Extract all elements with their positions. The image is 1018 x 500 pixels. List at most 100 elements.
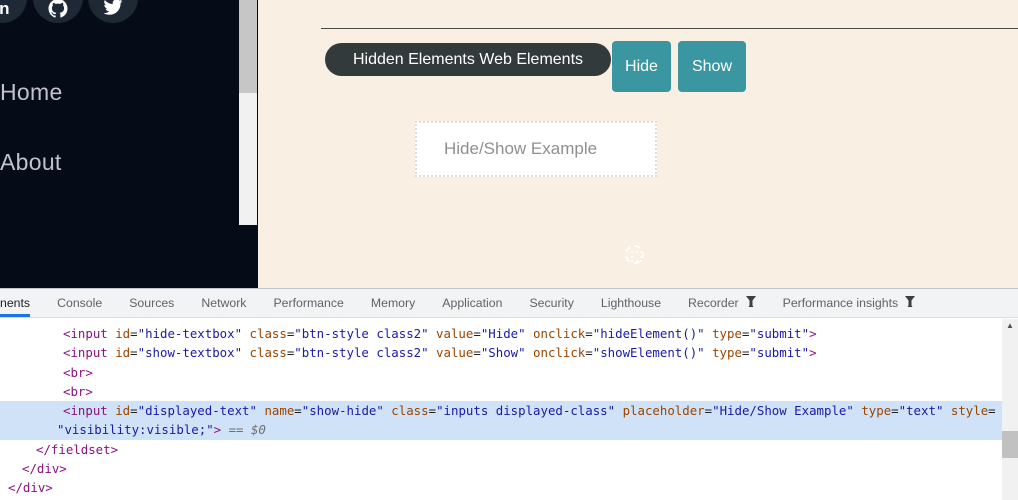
code-token-val: "submit" [749,326,810,341]
devtools-scrollbar-track[interactable]: ▲ [1002,319,1018,500]
code-token-tag: </div> [8,480,53,496]
code-token-tag: <input [63,326,108,341]
code-token-val: "hide-textbox" [137,326,243,341]
tab-label: nents [0,296,31,310]
code-line[interactable]: <input id="show-textbox" class="btn-styl… [0,343,1018,362]
code-line[interactable]: </div> [0,478,1018,497]
code-token-val: "Hide/Show Example" [712,403,854,419]
code-token-attr: type [704,326,742,341]
tab-label: Memory [370,296,416,310]
code-token-attr: class [242,345,287,361]
code-token-attr: type [704,345,742,361]
code-token-val: "show-hide" [301,403,384,419]
screen: in Home About Hidde [0,0,1018,500]
spinner-icon [625,245,644,264]
code-token-attr: placeholder [615,403,705,419]
code-token-attr: value [428,345,474,361]
code-line[interactable]: <input id = "displayed-text" name = "show-hi… [0,401,1002,421]
code-token-tag: <br> [63,383,93,399]
code-token-tag: </div> [22,461,67,477]
twitter-glyph [103,0,123,20]
code-line[interactable]: <br> [0,382,1018,401]
code-token-meta: == $0 [221,422,266,438]
sidebar-scrollbar-thumb[interactable] [239,0,257,93]
code-token-tag: > [809,345,817,361]
devtools-tab-performance-insights[interactable]: Performance insights [783,289,916,317]
code-token-val: "Show" [480,345,526,361]
code-token-attr: style [943,403,989,419]
code-token-eq: = [988,403,996,419]
page-content: Hidden Elements Web Elements Hide Show [258,0,1018,288]
sidebar-scrollbar-track[interactable] [239,0,257,225]
twitter-icon[interactable] [88,0,138,23]
code-token-eq: = [130,326,138,341]
code-line[interactable]: <input id="hide-textbox" class="btn-styl… [0,324,1018,343]
code-line[interactable]: </fieldset> [0,440,1018,459]
code-line[interactable]: "visibility:visible;"> == $0 [0,420,1002,440]
devtools-tab-console[interactable]: Console [57,289,102,317]
code-token-attr: value [428,326,474,341]
code-token-attr: id [107,326,131,341]
tab-label: Security [529,296,574,310]
devtools-tab-security[interactable]: Security [529,289,573,317]
devtools-tab-nents[interactable]: nents [0,289,30,317]
linkedin-icon[interactable]: in [0,0,27,23]
sidebar-link-about[interactable]: About [0,149,62,176]
code-token-val: "showElement()" [592,345,705,361]
code-token-tag: <input [63,345,108,361]
devtools-tab-lighthouse[interactable]: Lighthouse [601,289,661,317]
code-line[interactable]: </div> [0,459,1018,478]
code-token-attr: class [383,403,429,419]
tab-label: Performance [273,296,344,310]
code-token-val: "btn-style class2" [294,326,429,341]
tab-label: Network [201,296,247,310]
experiment-flask-icon [905,296,916,310]
scroll-up-arrow-icon[interactable]: ▲ [1002,319,1018,333]
tab-label: Console [57,296,103,310]
code-token-val: "displayed-text" [137,403,257,419]
devtools-tab-sources[interactable]: Sources [129,289,174,317]
code-token-tag: <br> [63,364,93,380]
code-token-tag: <input [63,403,108,419]
code-token-val: "text" [898,403,944,419]
code-token-eq: = [891,403,899,419]
code-token-eq: = [473,326,481,341]
tab-label: Application [442,296,503,310]
page-sidebar: in Home About [0,0,258,288]
code-token-eq: = [473,345,481,361]
devtools-tab-memory[interactable]: Memory [371,289,415,317]
code-token-tag: > [213,422,222,438]
section-divider [321,28,1018,29]
code-token-tag: > [809,326,817,341]
code-token-val: "show-textbox" [137,345,243,361]
tab-label: Performance insights [782,296,899,310]
hide-button[interactable]: Hide [612,41,671,92]
code-token-val: "btn-style class2" [294,345,429,361]
code-token-eq: = [130,345,138,361]
code-token-attr: class [242,326,287,341]
devtools-tab-performance[interactable]: Performance [273,289,343,317]
hide-show-example-input[interactable] [415,121,657,177]
devtools-panel: nents Console Sources Network Performance Mem… [0,288,1018,500]
linkedin-glyph: in [0,0,11,18]
code-token-attr: onclick [525,345,586,361]
devtools-tab-recorder[interactable]: Recorder [688,289,756,317]
code-token-attr: type [853,403,892,419]
code-token-val: "Hide" [480,326,526,341]
sidebar-link-home[interactable]: Home [0,79,63,106]
section-title-pill: Hidden Elements Web Elements [325,43,611,76]
show-button[interactable]: Show [678,41,746,92]
code-token-eq: = [704,403,713,419]
devtools-tabbar: nents Console Sources Network Performance Mem… [0,289,1018,318]
devtools-tab-application[interactable]: Application [442,289,502,317]
code-token-attr: name [256,403,295,419]
code-line[interactable]: <br> [0,363,1018,382]
code-token-attr: id [107,345,131,361]
code-token-attr: id [107,403,131,419]
devtools-tab-network[interactable]: Network [201,289,246,317]
code-token-attr: onclick [525,326,586,341]
devtools-scrollbar-thumb[interactable] [1002,431,1018,458]
tab-label: Lighthouse [600,296,662,310]
devtools-elements-tree: <input id="hide-textbox" class="btn-styl… [0,319,1018,500]
github-icon[interactable] [33,0,83,23]
